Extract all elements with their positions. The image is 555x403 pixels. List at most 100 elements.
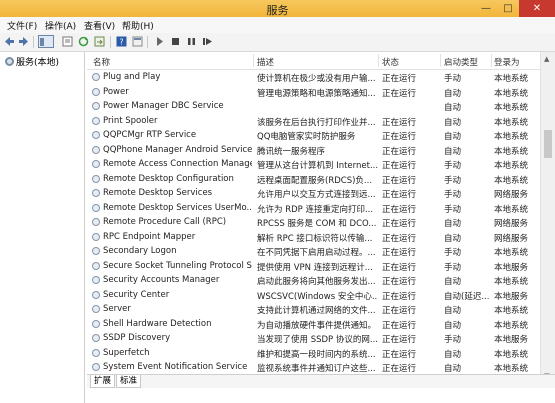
service-name-cell: Remote Access Connection Manager xyxy=(92,159,252,169)
service-logon-as: 本地系统 xyxy=(494,117,529,128)
tree-node-services-local[interactable]: 服务(本地) xyxy=(5,55,59,68)
service-name-cell: Security Center xyxy=(92,290,252,300)
restart-service-icon[interactable] xyxy=(202,36,213,47)
title-bar: 服务 — □ ✕ xyxy=(0,0,555,18)
service-logon-as: 本地系统 xyxy=(494,103,529,113)
table-row[interactable]: Remote Access Connection Manager 管理从这台计算机… xyxy=(87,157,540,172)
service-logon-as: 网络服务 xyxy=(494,219,529,229)
console-icon[interactable] xyxy=(132,36,143,47)
back-arrow-icon[interactable] xyxy=(4,36,15,47)
service-status: 正在运行 xyxy=(382,335,417,345)
maximize-button[interactable]: □ xyxy=(497,0,519,17)
service-description: 解析 RPC 接口标识符以传输... xyxy=(257,233,373,244)
table-row[interactable]: Plug and Play 使计算机在极少或没有用户输... 正在运行 手动 本地系统 xyxy=(87,70,540,85)
column-divider[interactable] xyxy=(378,54,379,67)
service-status: 正在运行 xyxy=(382,262,417,273)
service-logon-as: 本地系统 xyxy=(494,74,529,84)
minimize-button[interactable]: — xyxy=(475,0,497,17)
table-row[interactable]: Power Manager DBC Service 自动 本地系统 xyxy=(87,99,540,114)
service-gear-icon xyxy=(92,247,100,255)
menu-action[interactable]: 操作(A) xyxy=(45,19,76,32)
menu-file[interactable]: 文件(F) xyxy=(7,19,37,32)
scroll-up-arrow-icon[interactable]: ▲ xyxy=(544,55,549,63)
menu-help[interactable]: 帮助(H) xyxy=(122,19,154,32)
service-status: 正在运行 xyxy=(382,117,417,128)
service-startup-type: 自动(延迟... xyxy=(444,291,490,302)
service-description: 管理电源策略和电源策略通知... xyxy=(257,88,376,99)
service-startup-type: 手动 xyxy=(444,262,462,273)
properties-icon[interactable] xyxy=(62,36,73,47)
column-divider[interactable] xyxy=(440,54,441,67)
service-status: 正在运行 xyxy=(382,190,417,200)
service-gear-icon xyxy=(92,232,100,241)
table-row[interactable]: Security Accounts Manager 启动此服务将向其他服务发出..… xyxy=(87,273,540,288)
service-name-cell: Plug and Play xyxy=(92,72,252,82)
service-logon-as: 本地系统 xyxy=(494,161,529,171)
table-row[interactable]: Remote Desktop Services UserMo... 允许为 RDP… xyxy=(87,201,540,216)
vertical-scrollbar[interactable]: ▲ ▼ xyxy=(540,52,555,383)
table-row[interactable]: QQPhone Manager Android Service 腾讯统一服务程序 正… xyxy=(87,143,540,158)
table-row[interactable]: RPC Endpoint Mapper 解析 RPC 接口标识符以传输... 正在运… xyxy=(87,230,540,245)
service-description: 远程桌面配置服务(RDCS)负... xyxy=(257,175,373,186)
service-description: 允许用户以交互方式连接到远... xyxy=(257,190,376,200)
service-name-cell: Secure Socket Tunneling Protocol S... xyxy=(92,261,252,271)
console-tree-icon[interactable] xyxy=(38,35,54,48)
table-row[interactable]: Secure Socket Tunneling Protocol S... 提供使… xyxy=(87,259,540,274)
column-divider[interactable] xyxy=(491,54,492,67)
table-row[interactable]: Shell Hardware Detection 为自动播放硬件事件提供通知。 正在… xyxy=(87,317,540,332)
table-row[interactable]: Remote Desktop Services 允许用户以交互方式连接到远... 正… xyxy=(87,186,540,201)
service-description: 支持此计算机通过网络的文件... xyxy=(257,306,376,316)
service-startup-type: 手动 xyxy=(444,161,462,171)
export-list-icon[interactable] xyxy=(94,36,105,47)
service-status: 正在运行 xyxy=(382,88,417,99)
service-startup-type: 手动 xyxy=(444,175,462,186)
service-status: 正在运行 xyxy=(382,132,417,142)
table-row[interactable]: Security Center WSCSVC(Windows 安全中心... 正在运… xyxy=(87,288,540,303)
table-row[interactable]: Power 管理电源策略和电源策略通知... 正在运行 自动 本地系统 xyxy=(87,85,540,100)
menu-bar: 文件(F) 操作(A) 查看(V) 帮助(H) xyxy=(0,17,555,34)
table-row[interactable]: Remote Desktop Configuration 远程桌面配置服务(RDC… xyxy=(87,172,540,187)
service-name: Security Center xyxy=(103,289,170,300)
stop-service-icon[interactable] xyxy=(170,36,181,47)
refresh-icon[interactable] xyxy=(78,36,89,47)
table-row[interactable]: Remote Procedure Call (RPC) RPCSS 服务是 COM… xyxy=(87,215,540,230)
table-row[interactable]: Secondary Logon 在不同凭据下启用启动过程。... 正在运行 手动 本地系… xyxy=(87,244,540,259)
forward-arrow-icon[interactable] xyxy=(18,36,29,47)
column-header-description[interactable]: 描述 xyxy=(257,56,274,68)
column-header-logon-as[interactable]: 登录为 xyxy=(494,56,520,68)
menu-view[interactable]: 查看(V) xyxy=(84,19,115,32)
close-button[interactable]: ✕ xyxy=(519,0,555,17)
column-header-startup-type[interactable]: 启动类型 xyxy=(444,56,478,68)
service-description: 维护和提高一段时间内的系统... xyxy=(257,349,376,360)
service-description: 腾讯统一服务程序 xyxy=(257,146,326,157)
service-startup-type: 自动 xyxy=(444,117,462,128)
help-icon[interactable]: ? xyxy=(116,36,127,47)
service-description: RPCSS 服务是 COM 和 DCO... xyxy=(257,219,377,229)
table-row[interactable]: QQPCMgr RTP Service QQ电脑管家实时防护服务 正在运行 自动 本地系… xyxy=(87,128,540,143)
service-description: 使计算机在极少或没有用户输... xyxy=(257,74,376,84)
service-gear-icon xyxy=(92,160,100,168)
table-row[interactable]: Server 支持此计算机通过网络的文件... 正在运行 自动 本地系统 xyxy=(87,302,540,317)
service-gear-icon xyxy=(92,131,100,139)
column-header-name[interactable]: 名称 xyxy=(93,56,110,68)
service-name-cell: Print Spooler xyxy=(92,116,252,126)
service-status: 正在运行 xyxy=(382,349,417,360)
service-status: 正在运行 xyxy=(382,204,417,215)
scrollbar-thumb[interactable] xyxy=(544,130,552,158)
column-divider[interactable] xyxy=(253,54,254,67)
table-row[interactable]: Superfetch 维护和提高一段时间内的系统... 正在运行 自动 本地系统 xyxy=(87,346,540,361)
service-startup-type: 手动 xyxy=(444,204,462,215)
pause-service-icon[interactable] xyxy=(186,36,197,47)
service-status: 正在运行 xyxy=(382,146,417,157)
tab-standard[interactable]: 标准 xyxy=(116,375,142,388)
tab-extended[interactable]: 扩展 xyxy=(90,375,116,388)
service-logon-as: 本地系统 xyxy=(494,175,529,186)
service-gear-icon xyxy=(92,73,100,81)
start-service-icon[interactable] xyxy=(154,36,165,47)
table-row[interactable]: SSDP Discovery 当发现了使用 SSDP 协议的网... 正在运行 手动 本… xyxy=(87,331,540,346)
table-row[interactable]: System Event Notification Service 监视系统事件并… xyxy=(87,360,540,375)
service-name-cell: Shell Hardware Detection xyxy=(92,319,252,329)
table-row[interactable]: Print Spooler 该服务在后台执行打印作业并... 正在运行 自动 本地系统 xyxy=(87,114,540,129)
service-logon-as: 本地服务 xyxy=(494,291,529,302)
column-header-status[interactable]: 状态 xyxy=(382,56,399,68)
